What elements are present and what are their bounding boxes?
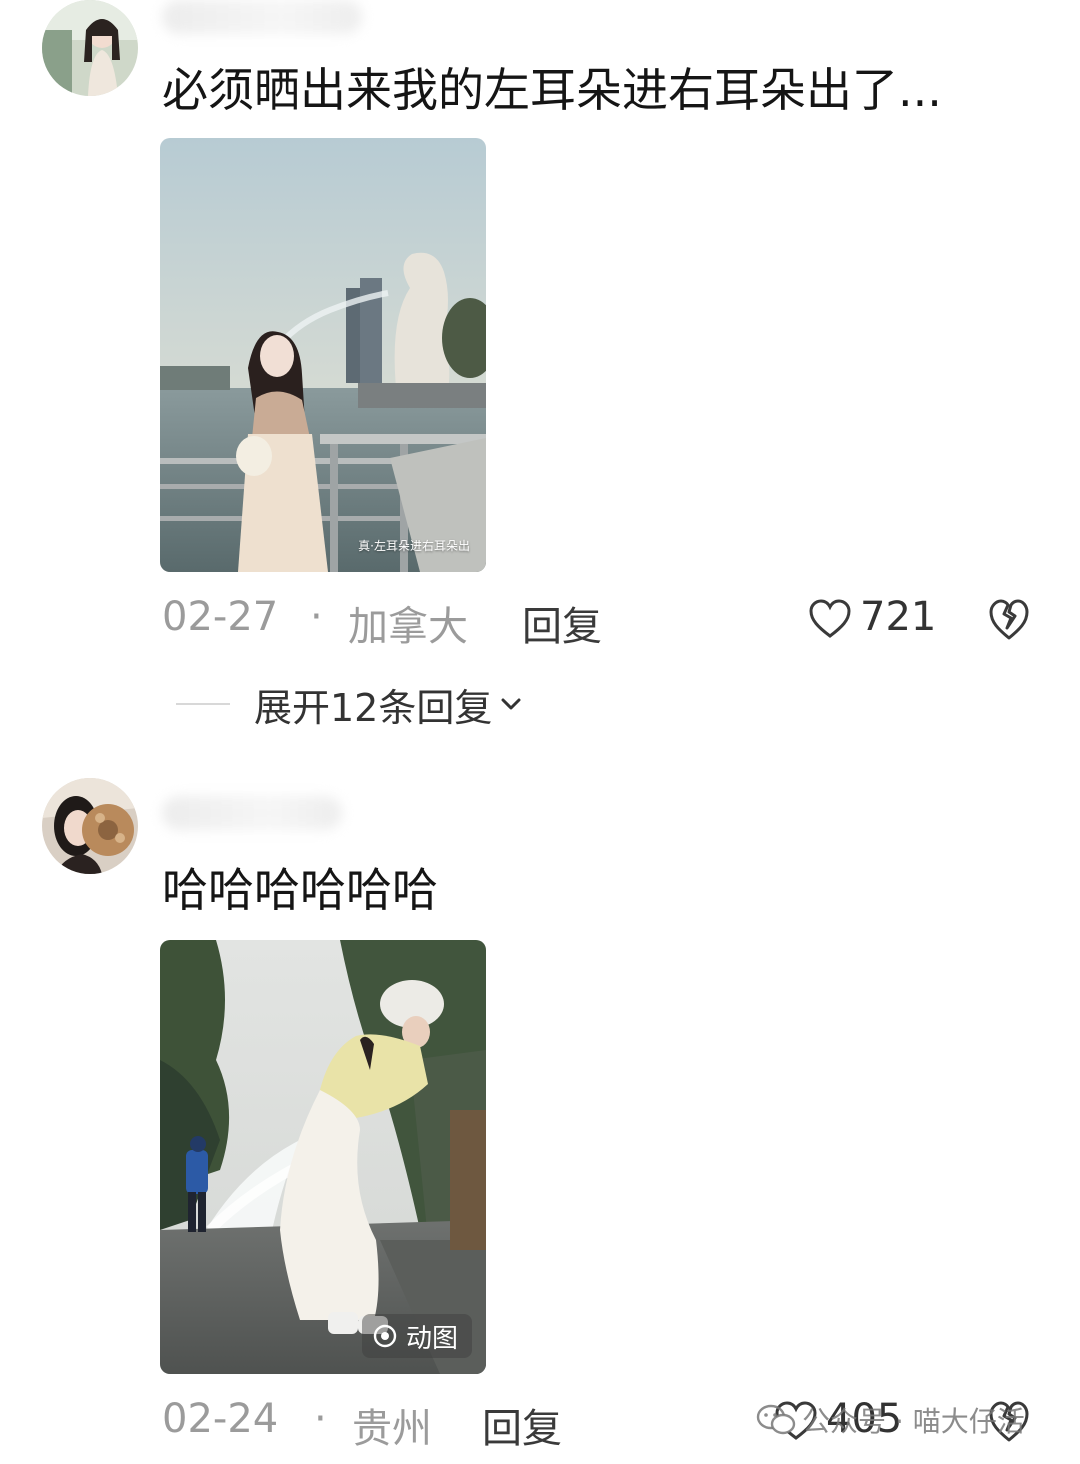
animated-image-icon [373,1324,397,1348]
comment-location: 加拿大 [348,604,468,650]
username-redacted [162,0,362,34]
like-count: 721 [860,594,937,640]
comment-date: 02-27 [162,594,279,640]
comment-text: 必须晒出来我的左耳朵进右耳朵出了... [162,63,942,117]
comment-meta: 02-27 · 加拿大 回复 721 [162,594,1042,654]
image-caption: 真·左耳朵进右耳朵出 [358,539,470,553]
gif-badge: 动图 [361,1314,472,1358]
watermark: 公众号 · 喵大仔活 [756,1398,1025,1442]
avatar[interactable] [42,0,138,96]
meta-separator: · [310,594,323,640]
gif-badge-label: 动图 [405,1323,458,1354]
avatar[interactable] [42,778,138,874]
reply-button[interactable]: 回复 [482,1396,562,1454]
expand-divider [176,703,230,705]
chevron-down-icon [501,698,521,710]
comment-text: 哈哈哈哈哈哈 [162,863,438,917]
username-redacted [162,796,342,830]
comment-location: 贵州 [352,1406,432,1452]
expand-replies-label: 展开12条回复 [254,685,493,730]
wechat-icon [756,1404,796,1435]
meta-separator: · [314,1396,327,1442]
watermark-text: 公众号 · 喵大仔活 [802,1405,1025,1438]
comment-image[interactable]: 动图 [160,940,486,1374]
broken-heart-icon[interactable] [988,596,1030,642]
reply-button[interactable]: 回复 [522,594,602,652]
heart-icon[interactable] [808,598,852,640]
comment-image[interactable]: 真·左耳朵进右耳朵出 [160,138,486,572]
comment-date: 02-24 [162,1396,279,1442]
expand-replies-button[interactable]: 展开12条回复 [176,676,524,732]
